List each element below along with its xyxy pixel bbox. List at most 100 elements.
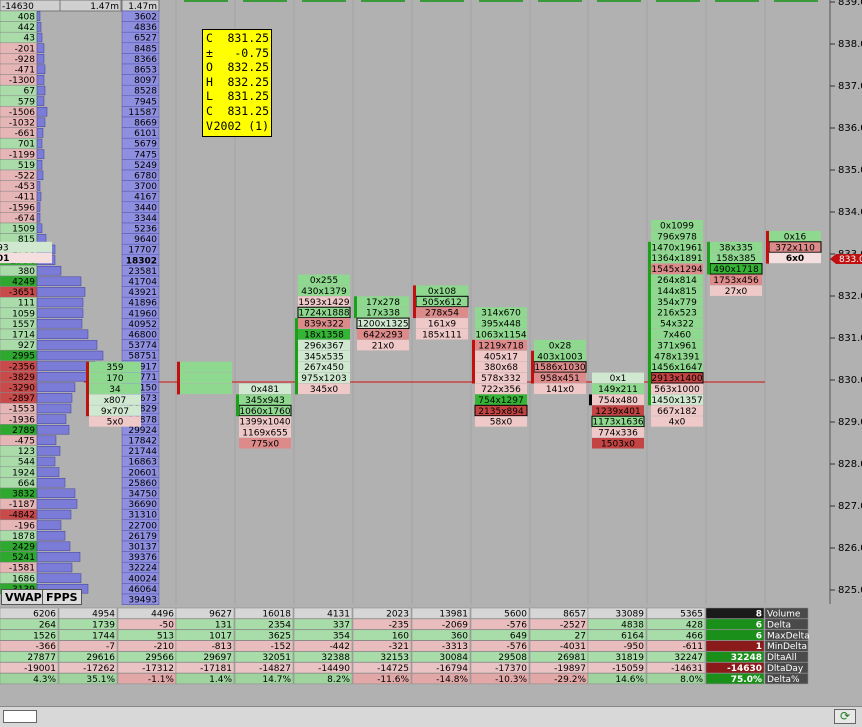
stats-value: -14631: [671, 664, 703, 674]
stats-value: -50: [159, 620, 174, 630]
stats-value: 29697: [203, 653, 232, 663]
footprint-cell-value: 345x0: [310, 385, 339, 395]
footprint-cell-value: 314x670: [481, 309, 521, 319]
profile-volume-value: 39376: [128, 553, 157, 563]
profile-delta-value: 1714: [12, 331, 35, 341]
stats-value: -813: [212, 642, 232, 652]
profile-volume-bar: [36, 170, 44, 181]
stats-value: 5365: [680, 610, 703, 620]
vwap-button[interactable]: VWAP: [1, 589, 46, 605]
footprint-cell-value: 958x451: [540, 374, 580, 384]
profile-volume-value: 3344: [134, 214, 157, 224]
profile-volume-value: 8528: [134, 87, 157, 97]
stats-value: -14490: [318, 664, 350, 674]
stats-value: 16018: [262, 610, 291, 620]
stats-value: 160: [392, 631, 409, 641]
profile-volume-bar: [36, 287, 86, 297]
candle-body: [648, 241, 651, 406]
profile-volume-value: 21744: [128, 447, 157, 457]
stats-value: -4031: [560, 642, 586, 652]
profile-volume-value: 18302: [126, 256, 157, 266]
profile-volume-bar: [36, 467, 60, 477]
fpps-button[interactable]: FPPS: [42, 589, 82, 605]
profile-volume-value: 58751: [128, 352, 157, 362]
profile-volume-value: 32224: [128, 564, 157, 574]
profile-delta-value: 67: [24, 87, 35, 97]
profile-volume-bar: [36, 403, 72, 414]
profile-volume-value: 41704: [128, 278, 157, 288]
stats-value: 30084: [439, 653, 468, 663]
stats-value: 26981: [557, 653, 586, 663]
stats-value: 6206: [33, 610, 56, 620]
profile-delta-value: -196: [15, 521, 36, 531]
scroll-thumb[interactable]: [3, 710, 37, 723]
profile-delta-value: -661: [15, 129, 35, 139]
profile-volume-bar: [36, 308, 84, 318]
stats-value: -10.3%: [495, 675, 527, 685]
profile-volume-bar: [36, 181, 41, 191]
profile-delta-value: -2897: [9, 394, 35, 404]
footprint-cell-value: 1593x1429: [298, 298, 349, 308]
stats-value: 3625: [268, 631, 291, 641]
refresh-icon[interactable]: ⟳: [834, 709, 856, 724]
stats-value: 649: [510, 631, 527, 641]
profile-delta-value: 579: [18, 97, 35, 107]
footprint-cell-value: 17x338: [366, 309, 400, 319]
profile-volume-value: 9640: [134, 235, 157, 245]
stats-label: Volume: [767, 610, 801, 620]
footprint-cell-value: 754x1297: [478, 396, 523, 406]
footprint-cell-value: 161x9: [428, 320, 457, 330]
price-label: 839.0: [838, 0, 862, 8]
horizontal-scrollbar[interactable]: [0, 706, 862, 727]
stats-value: 14.6%: [615, 675, 644, 685]
profile-volume-bar: [36, 117, 46, 128]
stats-value: -7: [106, 642, 115, 652]
ohlc-tooltip: C 831.25 ± -0.75 O 832.25 H 832.25 L 831.25 C 831.2…: [202, 29, 272, 137]
stats-value: -29.2%: [554, 675, 586, 685]
price-label: 830.0: [838, 375, 862, 386]
footprint-cell-value: 395x448: [481, 320, 521, 330]
current-price-label: 833.0: [839, 255, 862, 265]
profile-volume-bar: [36, 393, 73, 403]
footprint-cell-value: 1470x1961: [651, 243, 702, 253]
footprint-cell-value: 0x255: [310, 276, 338, 286]
footprint-cell-value: 54x322: [660, 320, 694, 330]
footprint-cell-value: 722x356: [481, 385, 521, 395]
footprint-cell-value: 642x293: [363, 331, 403, 341]
profile-delta-value: 111: [18, 299, 35, 309]
footprint-cell-value: 1364x1891: [651, 254, 702, 264]
profile-volume-bar: [36, 106, 48, 117]
footprint-cell-value: 796x978: [657, 232, 697, 242]
profile-volume-bar: [36, 212, 41, 223]
profile-volume-value: 6527: [134, 34, 157, 44]
candle-body: [472, 339, 475, 384]
profile-volume-value: 8669: [134, 119, 157, 129]
footprint-cell-value: 27x0: [725, 287, 748, 297]
stats-value: 1744: [92, 631, 115, 641]
stats-value: 4838: [621, 620, 644, 630]
stats-value: 2354: [268, 620, 291, 630]
stats-value: -14725: [377, 664, 409, 674]
profile-volume-bar: [36, 32, 43, 43]
stats-value: -366: [36, 642, 57, 652]
stats-value: 131: [215, 620, 232, 630]
footprint-cell-value: 1060x1760: [239, 407, 290, 417]
price-label: 838.0: [838, 39, 862, 50]
footprint-cell-value: 1399x1040: [239, 418, 290, 428]
stats-value: 27877: [27, 653, 56, 663]
footprint-cell-value: 6x0: [786, 254, 804, 264]
ohlc-value: 831.25: [227, 31, 269, 45]
profile-volume-value: 5679: [134, 140, 157, 150]
stats-value: 264: [39, 620, 56, 630]
profile-volume-value: 26179: [128, 532, 157, 542]
profile-volume-bar: [36, 573, 82, 583]
footprint-cell-value: 1724x1888: [298, 309, 349, 319]
profile-delta-value: -3829: [9, 373, 35, 383]
stats-value: 9627: [209, 610, 232, 620]
profile-volume-bar: [36, 509, 72, 520]
profile-volume-bar: [36, 128, 44, 138]
ohlc-value: 831.25: [227, 103, 269, 118]
footprint-cell: [180, 372, 232, 384]
footprint-cell-value: 296x367: [304, 341, 344, 351]
price-label: 836.0: [838, 123, 862, 134]
